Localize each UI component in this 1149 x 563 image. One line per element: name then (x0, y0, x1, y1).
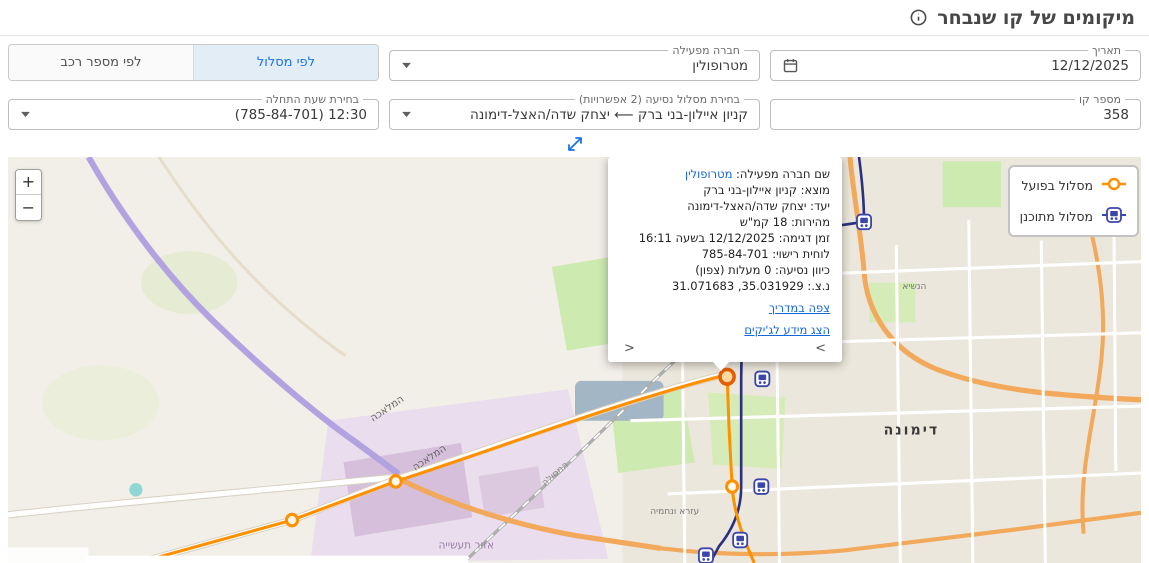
route-point-marker[interactable] (286, 514, 297, 526)
page-header: מיקומים של קו שנבחר (0, 0, 1149, 36)
line-number-value: 358 (1103, 107, 1129, 123)
filters: תאריך 12/12/2025 חברה מפעילה מטרופולין (0, 36, 1149, 157)
start-time-value: 12:30 (785-84-701) (235, 107, 367, 123)
date-field[interactable]: תאריך 12/12/2025 (770, 44, 1141, 81)
map-label-street: עזרא ונחמיה (650, 506, 699, 517)
map-canvas[interactable]: דימונה המלאכה המלאכה אזור תעשייה המסילה … (8, 157, 1141, 563)
line-number-field[interactable]: מספר קו 358 (770, 93, 1141, 130)
mode-toggle-group: לפי מסלול לפי מספר רכב (8, 44, 379, 81)
popup-plate: לוחית רישוי: 785-84-701 (620, 246, 830, 262)
line-number-label: מספר קו (1075, 93, 1125, 106)
pond (129, 483, 142, 497)
info-icon[interactable] (909, 8, 928, 27)
bus-stop-marker[interactable] (754, 479, 768, 494)
bus-stop-marker[interactable] (755, 372, 769, 387)
map-label-city: דימונה (884, 422, 940, 438)
app: מיקומים של קו שנבחר תאריך 12/12/2025 (0, 0, 1149, 563)
selected-vehicle-marker[interactable] (720, 369, 734, 384)
legend-planned-label: מסלול מתוכנן (1020, 209, 1093, 224)
popup-arrow-right[interactable]: > (815, 341, 826, 357)
route-value: קניון איילון-בני ברק ⟵ יצחק שדה/האצל-דימ… (470, 107, 748, 123)
popup-operator-label: שם חברה מפעילה: (736, 167, 830, 181)
route-point-marker[interactable] (727, 481, 738, 493)
vehicle-info-popup: שם חברה מפעילה: מטרופולין מוצא: קניון אי… (608, 157, 842, 362)
popup-operator-line: שם חברה מפעילה: מטרופולין (620, 166, 830, 182)
zoom-out-button[interactable]: − (16, 195, 41, 220)
popup-sample-time: זמן דגימה: 12/12/2025 בשעה 16:11 (620, 230, 830, 246)
date-value: 12/12/2025 (1051, 58, 1129, 74)
start-time-label: בחירת שעת התחלה (262, 93, 363, 106)
geeks-link[interactable]: הצג מידע לג'יקים (744, 322, 830, 338)
route-label: בחירת מסלול נסיעה (2 אפשרויות) (575, 93, 744, 106)
zoom-control: + − (15, 169, 42, 221)
bus-stop-marker[interactable] (857, 215, 871, 230)
map[interactable]: דימונה המלאכה המלאכה אזור תעשייה המסילה … (8, 157, 1141, 563)
legend-item-actual: מסלול בפועל (1020, 176, 1127, 195)
popup-nav: < > (620, 341, 830, 356)
operator-label: חברה מפעילה (668, 44, 744, 57)
toggle-by-vehicle[interactable]: לפי מספר רכב (9, 45, 194, 80)
bus-stop-marker[interactable] (733, 533, 747, 548)
chevron-down-icon (20, 111, 31, 118)
map-label-industrial: אזור תעשייה (438, 538, 494, 551)
actual-route-icon (1101, 176, 1127, 195)
chevron-down-icon (401, 62, 412, 69)
legend-item-planned: מסלול מתוכנן (1020, 207, 1127, 226)
route-select[interactable]: בחירת מסלול נסיעה (2 אפשרויות) קניון איי… (389, 93, 760, 130)
expand-map-button[interactable] (565, 134, 585, 154)
start-time-select[interactable]: בחירת שעת התחלה 12:30 (785-84-701) (8, 93, 379, 130)
page-title: מיקומים של קו שנבחר (937, 7, 1135, 29)
popup-bearing: כיוון נסיעה: 0 מעלות (צפון) (620, 262, 830, 278)
popup-destination: יעד: יצחק שדה/האצל-דימונה (620, 198, 830, 214)
popup-arrow-left[interactable]: < (624, 341, 635, 357)
popup-coordinates: נ.צ.: 35.031929, 31.071683 (620, 278, 830, 294)
route-point-marker[interactable] (390, 476, 401, 488)
planned-route-icon (1101, 207, 1127, 226)
popup-operator-value: מטרופולין (685, 167, 732, 181)
operator-select[interactable]: חברה מפעילה מטרופולין (389, 44, 760, 81)
chevron-down-icon (401, 111, 412, 118)
date-label: תאריך (1088, 44, 1125, 57)
operator-value: מטרופולין (692, 58, 748, 74)
guide-link[interactable]: צפה במדריך (769, 300, 830, 316)
popup-speed: מהירות: 18 קמ"ש (620, 214, 830, 230)
toggle-by-route[interactable]: לפי מסלול (194, 45, 378, 80)
legend-actual-label: מסלול בפועל (1021, 178, 1093, 193)
map-attribution (8, 547, 89, 563)
zoom-in-button[interactable]: + (16, 170, 41, 195)
calendar-icon[interactable] (782, 57, 799, 74)
bus-stop-marker[interactable] (699, 548, 713, 563)
map-label-street: הנשיא (902, 281, 926, 292)
popup-origin: מוצא: קניון איילון-בני ברק (620, 182, 830, 198)
map-legend: מסלול בפועל מסלול מתוכנן (1008, 165, 1139, 237)
